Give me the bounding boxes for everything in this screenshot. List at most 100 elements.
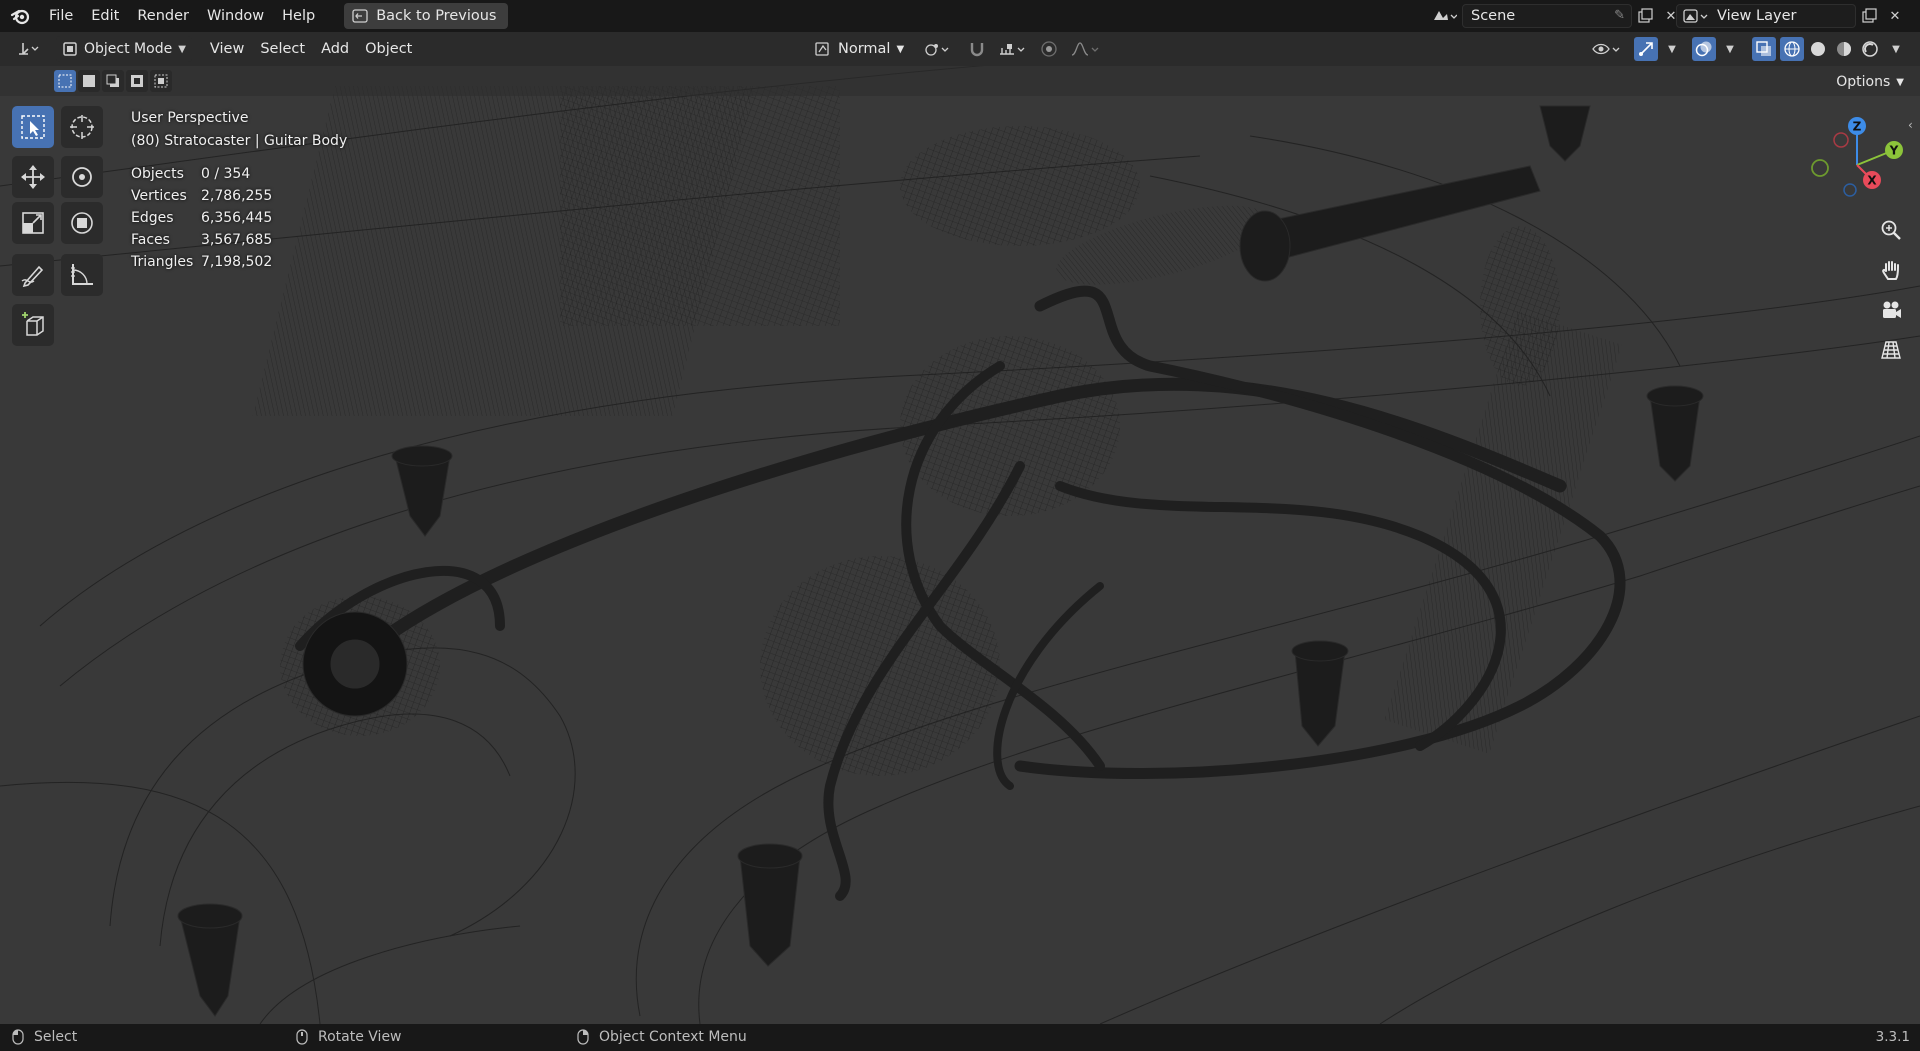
perspective-toggle-button[interactable] [1874,334,1908,366]
transform-orientation-dropdown[interactable]: Normal ▼ [806,36,912,62]
axis-z-label: Z [1853,120,1862,134]
object-mode-label: Object Mode [84,41,173,57]
stat-vertices: Vertices 2,786,255 [131,185,347,207]
gizmo-arrow-icon [1639,42,1653,56]
wireframe-shading-button[interactable] [1780,37,1804,61]
gizmo-toggle[interactable] [1634,37,1658,61]
cursor-icon [70,115,94,139]
view-layer-selector: View Layer ✕ [1676,4,1908,28]
pan-button[interactable] [1874,254,1908,286]
overlays-icon [1695,41,1712,57]
add-cube-tool[interactable] [12,304,54,346]
x-axis-handle[interactable]: X [1863,171,1881,189]
xray-toggle[interactable] [1752,37,1776,61]
zoom-button[interactable] [1874,214,1908,246]
menu-object[interactable]: Object [357,36,420,62]
new-scene-icon[interactable] [1632,4,1658,28]
zoom-magnifier-icon [1881,220,1901,240]
menu-view[interactable]: View [202,36,252,62]
gizmo-dropdown[interactable]: ▼ [1660,37,1684,61]
scene-name-field[interactable]: Scene ✎ [1462,4,1632,28]
stat-label: Triangles [131,254,194,270]
selection-mode-group [54,70,172,92]
scene-browse-icon[interactable] [1426,4,1462,28]
transform-icon [71,212,93,234]
view-layer-name: View Layer [1717,8,1797,24]
select-box-tool[interactable] [12,106,54,148]
add-cube-icon [22,312,44,336]
select-invert-mode-icon[interactable] [126,70,148,92]
chevron-down-icon: ▼ [178,43,186,55]
chevron-down-icon: ▼ [1896,76,1904,88]
object-mode-dropdown[interactable]: Object Mode ▼ [56,36,192,62]
shading-dropdown[interactable]: ▼ [1884,37,1908,61]
menu-file[interactable]: File [40,4,82,28]
menu-help[interactable]: Help [273,4,324,28]
transform-tool[interactable] [61,202,103,244]
move-tool[interactable] [12,156,54,198]
tool-settings-bar: Options ▼ [0,66,1920,96]
scale-icon [22,212,44,234]
menu-add[interactable]: Add [313,36,357,62]
pivot-icon [925,44,949,56]
chevron-down-icon: ▼ [896,43,905,55]
stat-triangles: Triangles 7,198,502 [131,251,347,273]
back-icon [352,9,368,23]
chevron-down-icon: ▼ [1892,43,1900,55]
chevron-down-icon: ▼ [1668,43,1676,55]
select-extend-mode-icon[interactable] [78,70,100,92]
snap-toggle[interactable] [964,36,990,62]
stat-value: 6,356,445 [201,210,273,226]
annotate-tool[interactable] [12,254,54,296]
scene-statistics: Objects 0 / 354 Vertices 2,786,255 Edges… [131,163,347,273]
rendered-shading-button[interactable] [1858,37,1882,61]
z-axis-handle[interactable]: Z [1848,117,1866,135]
navigation-gizmo[interactable]: Z Y X [1802,110,1912,210]
rotate-icon [72,167,92,187]
scale-tool[interactable] [12,202,54,244]
blender-logo-icon[interactable] [0,0,40,32]
visibility-dropdown[interactable] [1590,37,1626,61]
menu-render[interactable]: Render [128,4,198,28]
camera-view-button[interactable] [1874,294,1908,326]
view-layer-icon[interactable] [1683,7,1711,32]
menu-edit[interactable]: Edit [82,4,128,28]
editor-type-dropdown[interactable] [8,36,50,62]
back-to-previous-button[interactable]: Back to Previous [344,3,509,29]
proportional-edit-icon [1041,41,1057,57]
rotate-tool[interactable] [61,156,103,198]
material-preview-button[interactable] [1832,37,1856,61]
options-label: Options [1836,74,1891,90]
solid-shading-button[interactable] [1806,37,1830,61]
snap-target-dropdown[interactable] [994,36,1032,62]
status-rotate-label: Rotate View [318,1029,402,1045]
measure-tool[interactable] [61,254,103,296]
camera-icon [1883,301,1901,318]
overlays-dropdown[interactable]: ▼ [1718,37,1742,61]
view-layer-field[interactable]: View Layer [1676,4,1856,28]
scene-selector: Scene ✎ ✕ [1426,4,1684,28]
stat-value: 0 / 354 [201,166,251,182]
scene-name: Scene [1471,8,1516,24]
cursor-tool[interactable] [61,106,103,148]
proportional-falloff-dropdown[interactable] [1066,36,1106,62]
new-view-layer-icon[interactable] [1856,4,1882,28]
menu-select[interactable]: Select [252,36,313,62]
navigation-buttons [1874,214,1908,366]
pivot-point-dropdown[interactable] [916,36,960,62]
stat-faces: Faces 3,567,685 [131,229,347,251]
options-dropdown[interactable]: Options ▼ [1826,70,1914,94]
select-intersect-mode-icon[interactable] [150,70,172,92]
hand-icon [1882,261,1899,280]
y-axis-handle[interactable]: Y [1885,141,1903,159]
snap-increment-icon [1000,44,1025,55]
magnet-icon [970,43,984,57]
menu-window[interactable]: Window [198,4,273,28]
select-new-mode-icon[interactable] [54,70,76,92]
proportional-editing-toggle[interactable] [1036,36,1062,62]
pin-icon[interactable]: ✎ [1614,5,1625,27]
overlays-toggle[interactable] [1692,37,1716,61]
select-subtract-mode-icon[interactable] [102,70,124,92]
transform-controls: Normal ▼ [806,36,1106,62]
delete-view-layer-icon[interactable]: ✕ [1882,4,1908,28]
